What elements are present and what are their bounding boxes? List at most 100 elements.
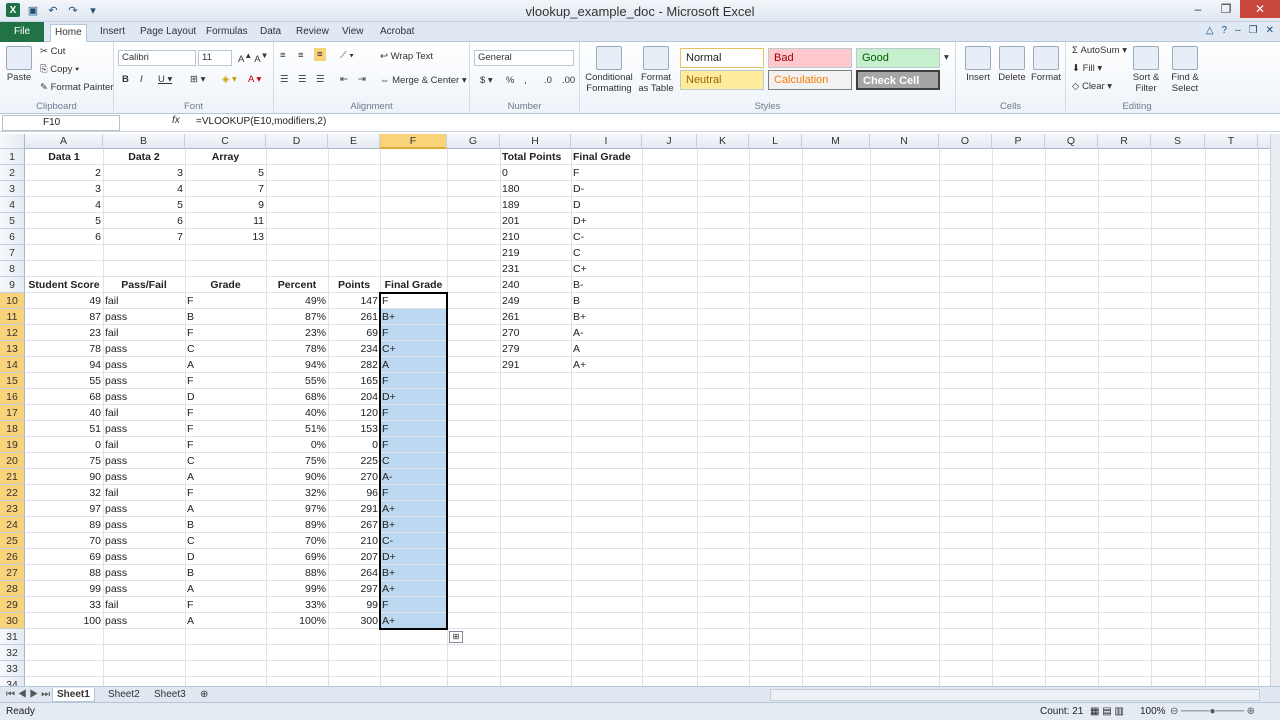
cell-c14[interactable]: A	[185, 357, 266, 373]
cell-h4[interactable]: 189	[500, 197, 571, 213]
row-header-16[interactable]: 16	[0, 389, 25, 405]
cell-d19[interactable]: 0%	[266, 437, 328, 453]
cell-h2[interactable]: 0	[500, 165, 571, 181]
restore-icon[interactable]: ❐	[1212, 0, 1240, 18]
cut-button[interactable]: ✂ Cut	[40, 46, 65, 57]
cell-b13[interactable]: pass	[103, 341, 185, 357]
cell-c18[interactable]: F	[185, 421, 266, 437]
column-header-f[interactable]: F	[380, 134, 447, 149]
row-header-33[interactable]: 33	[0, 661, 25, 677]
column-header-s[interactable]: S	[1151, 134, 1205, 149]
style-normal[interactable]: Normal	[680, 48, 764, 68]
cell-a1[interactable]: Data 1	[25, 149, 103, 165]
cell-d16[interactable]: 68%	[266, 389, 328, 405]
column-header-o[interactable]: O	[939, 134, 992, 149]
cell-a30[interactable]: 100	[25, 613, 103, 629]
window-restore-icon[interactable]: ❐	[1249, 25, 1258, 36]
cell-e26[interactable]: 207	[328, 549, 380, 565]
cell-a16[interactable]: 68	[25, 389, 103, 405]
italic-icon[interactable]: I	[140, 74, 143, 85]
tab-insert[interactable]: Insert	[96, 24, 129, 42]
cell-a6[interactable]: 6	[25, 229, 103, 245]
cell-h9[interactable]: 240	[500, 277, 571, 293]
cell-c9[interactable]: Grade	[185, 277, 266, 293]
cell-b20[interactable]: pass	[103, 453, 185, 469]
cell-a14[interactable]: 94	[25, 357, 103, 373]
cell-d12[interactable]: 23%	[266, 325, 328, 341]
cell-b30[interactable]: pass	[103, 613, 185, 629]
cell-h6[interactable]: 210	[500, 229, 571, 245]
autofill-options-icon[interactable]: ⊞	[449, 631, 463, 643]
cell-c26[interactable]: D	[185, 549, 266, 565]
window-min-icon[interactable]: –	[1235, 25, 1241, 36]
cell-a21[interactable]: 90	[25, 469, 103, 485]
cell-e11[interactable]: 261	[328, 309, 380, 325]
bold-icon[interactable]: B	[122, 74, 129, 85]
row-header-5[interactable]: 5	[0, 213, 25, 229]
cell-b19[interactable]: fail	[103, 437, 185, 453]
cell-a2[interactable]: 2	[25, 165, 103, 181]
cell-c19[interactable]: F	[185, 437, 266, 453]
cell-a29[interactable]: 33	[25, 597, 103, 613]
cell-c4[interactable]: 9	[185, 197, 266, 213]
cell-c2[interactable]: 5	[185, 165, 266, 181]
cell-d24[interactable]: 89%	[266, 517, 328, 533]
cell-c22[interactable]: F	[185, 485, 266, 501]
row-header-23[interactable]: 23	[0, 501, 25, 517]
copy-button[interactable]: ⎘ Copy ▾	[40, 64, 79, 75]
cell-a13[interactable]: 78	[25, 341, 103, 357]
style-neutral[interactable]: Neutral	[680, 70, 764, 90]
cell-e14[interactable]: 282	[328, 357, 380, 373]
insert-button[interactable]: Insert	[962, 46, 994, 83]
row-header-18[interactable]: 18	[0, 421, 25, 437]
cell-c17[interactable]: F	[185, 405, 266, 421]
column-header-a[interactable]: A	[25, 134, 103, 149]
column-header-n[interactable]: N	[870, 134, 939, 149]
cell-e12[interactable]: 69	[328, 325, 380, 341]
cell-e16[interactable]: 204	[328, 389, 380, 405]
cell-b10[interactable]: fail	[103, 293, 185, 309]
cell-a26[interactable]: 69	[25, 549, 103, 565]
cell-b25[interactable]: pass	[103, 533, 185, 549]
row-header-30[interactable]: 30	[0, 613, 25, 629]
row-header-32[interactable]: 32	[0, 645, 25, 661]
cell-c27[interactable]: B	[185, 565, 266, 581]
currency-icon[interactable]: $ ▾	[480, 75, 493, 86]
cell-c13[interactable]: C	[185, 341, 266, 357]
select-all-corner[interactable]	[0, 134, 25, 149]
row-header-27[interactable]: 27	[0, 565, 25, 581]
wrap-text-button[interactable]: ↩ Wrap Text	[380, 51, 433, 62]
font-color-icon[interactable]: A ▾	[248, 74, 261, 85]
format-as-table-button[interactable]: Format as Table	[636, 46, 676, 94]
cell-b3[interactable]: 4	[103, 181, 185, 197]
row-header-13[interactable]: 13	[0, 341, 25, 357]
cell-c3[interactable]: 7	[185, 181, 266, 197]
row-header-26[interactable]: 26	[0, 549, 25, 565]
cell-f9[interactable]: Final Grade	[380, 277, 447, 293]
cell-e10[interactable]: 147	[328, 293, 380, 309]
minimize-ribbon-icon[interactable]: △	[1206, 25, 1214, 36]
cell-c6[interactable]: 13	[185, 229, 266, 245]
cell-e27[interactable]: 264	[328, 565, 380, 581]
cell-i4[interactable]: D	[571, 197, 642, 213]
window-close-icon[interactable]: ✕	[1266, 25, 1274, 36]
cell-e30[interactable]: 300	[328, 613, 380, 629]
row-header-24[interactable]: 24	[0, 517, 25, 533]
cell-h5[interactable]: 201	[500, 213, 571, 229]
cell-i8[interactable]: C+	[571, 261, 642, 277]
cell-d15[interactable]: 55%	[266, 373, 328, 389]
row-header-17[interactable]: 17	[0, 405, 25, 421]
row-header-9[interactable]: 9	[0, 277, 25, 293]
cell-d9[interactable]: Percent	[266, 277, 328, 293]
cell-c21[interactable]: A	[185, 469, 266, 485]
row-header-15[interactable]: 15	[0, 373, 25, 389]
row-header-29[interactable]: 29	[0, 597, 25, 613]
increase-indent-icon[interactable]: ⇥	[358, 74, 366, 85]
align-center-icon[interactable]: ☰	[298, 74, 307, 85]
cell-i13[interactable]: A	[571, 341, 642, 357]
cell-c16[interactable]: D	[185, 389, 266, 405]
tab-file[interactable]: File	[0, 22, 44, 42]
cell-i2[interactable]: F	[571, 165, 642, 181]
cell-d28[interactable]: 99%	[266, 581, 328, 597]
cell-a11[interactable]: 87	[25, 309, 103, 325]
